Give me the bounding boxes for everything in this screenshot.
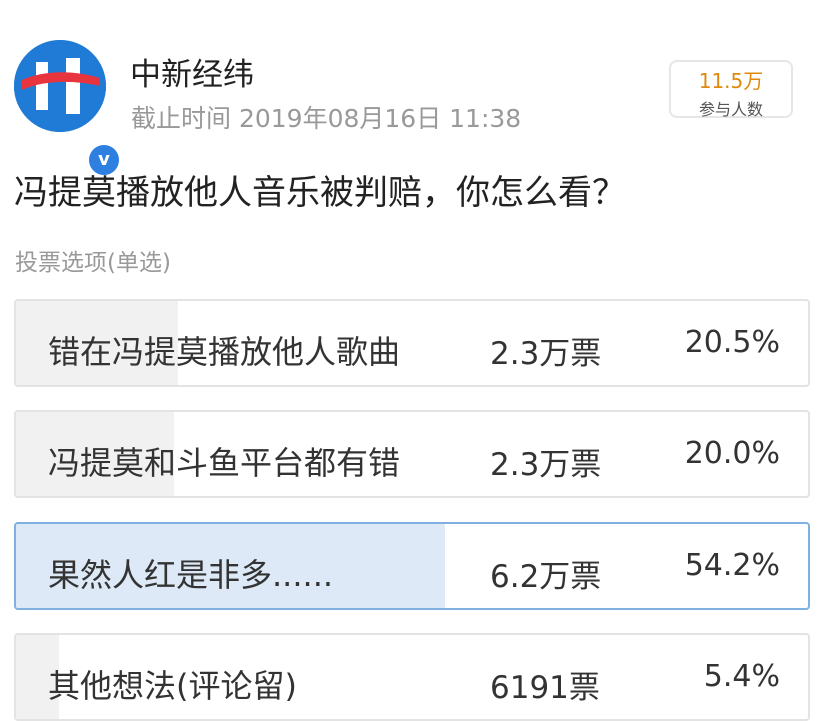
option-votes: 2.3万票 [490, 447, 602, 483]
option-percent: 54.2% [684, 548, 780, 583]
option-percent: 20.5% [684, 325, 780, 360]
option-label: 其他想法(评论留) [48, 667, 297, 705]
poll-question: 冯提莫播放他人音乐被判赔，你怎么看？ [14, 173, 626, 213]
option-label: 果然人红是非多...... [48, 556, 334, 594]
option-votes: 6191票 [490, 670, 600, 706]
option-percent: 5.4% [703, 659, 780, 694]
account-name[interactable]: 中新经纬 [130, 49, 254, 94]
participants-label: 参与人数 [698, 100, 763, 119]
poll-option[interactable]: 其他想法(评论留) 6191票 5.4% [14, 633, 810, 721]
poll-deadline: 截止时间 2019年08月16日 11:38 [131, 104, 522, 133]
option-label: 错在冯提莫播放他人歌曲 [48, 333, 401, 371]
option-votes: 2.3万票 [490, 336, 602, 372]
vote-type-label: 投票选项(单选) [15, 250, 171, 276]
participants-count: 11.5万 [698, 69, 764, 93]
poll-option[interactable]: 错在冯提莫播放他人歌曲 2.3万票 20.5% [14, 299, 810, 387]
participants-badge: 11.5万 参与人数 [669, 60, 793, 119]
option-percent: 20.0% [684, 436, 780, 471]
poll-option[interactable]: 冯提莫和斗鱼平台都有错 2.3万票 20.0% [14, 410, 810, 498]
option-label: 冯提莫和斗鱼平台都有错 [48, 444, 401, 482]
account-avatar[interactable]: v [14, 40, 122, 178]
poll-option-selected[interactable]: 果然人红是非多...... 6.2万票 54.2% [14, 522, 810, 610]
chinanews-finance-logo [14, 40, 106, 132]
option-votes: 6.2万票 [490, 559, 602, 595]
